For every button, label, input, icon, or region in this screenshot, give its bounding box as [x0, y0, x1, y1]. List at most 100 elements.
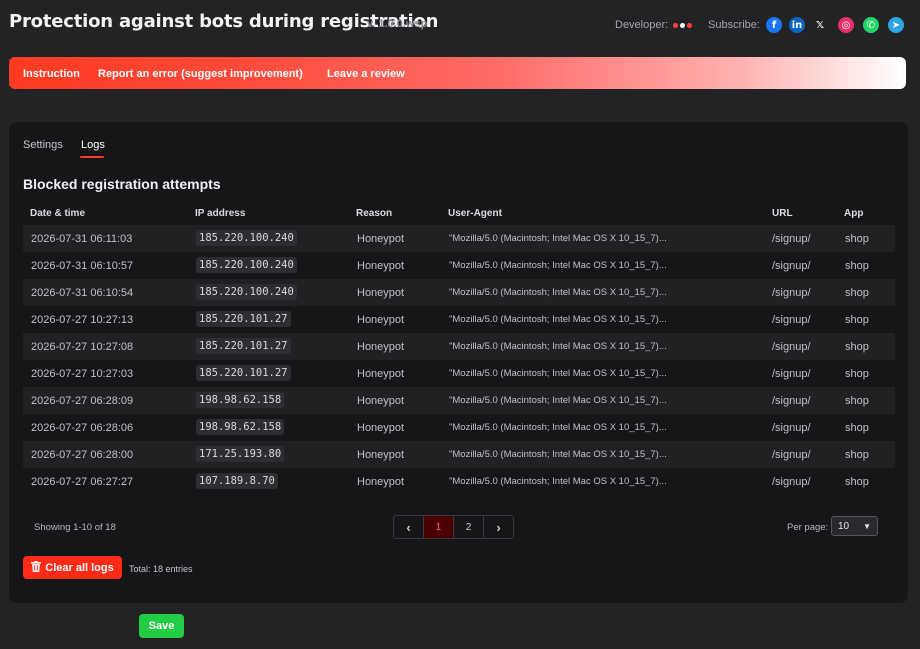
- version-label: v. 1.0.0.wsp: [367, 18, 428, 30]
- logs-table-body: 2026-07-31 06:11:03 185.220.100.240 Honeyp…: [23, 225, 895, 495]
- cell-app: shop: [845, 368, 869, 380]
- cell-app: shop: [845, 395, 869, 407]
- total-entries: Total: 18 entries: [129, 564, 193, 574]
- showing-count: Showing 1-10 of 18: [34, 522, 116, 533]
- developer-dot-2: [680, 22, 685, 28]
- cell-app: shop: [845, 476, 869, 488]
- next-page-button[interactable]: ›: [484, 516, 513, 538]
- action-banner: Instruction Report an error (suggest imp…: [9, 57, 906, 89]
- table-row: 2026-07-27 06:27:27 107.189.8.70 Honeypot "…: [23, 468, 895, 495]
- column-header-url: URL: [772, 208, 793, 219]
- cell-user-agent: "Mozilla/5.0 (Macintosh; Intel Mac OS X …: [449, 314, 667, 325]
- save-button[interactable]: Save: [139, 614, 184, 638]
- cell-ip-address: 185.220.100.240: [196, 284, 297, 300]
- cell-url: /signup/: [772, 233, 811, 245]
- column-header-reason: Reason: [356, 208, 393, 219]
- subscribe-label: Subscribe:: [708, 19, 760, 31]
- per-page-value: 10: [838, 520, 850, 532]
- tab-logs[interactable]: Logs: [81, 139, 105, 151]
- cell-user-agent: "Mozilla/5.0 (Macintosh; Intel Mac OS X …: [449, 476, 667, 487]
- developer-dot-3: [687, 22, 692, 28]
- instruction-link[interactable]: Instruction: [23, 68, 80, 80]
- cell-date: 2026-07-31 06:10:54: [31, 287, 134, 299]
- report-error-link[interactable]: Report an error (suggest improvement): [98, 68, 303, 80]
- cell-date: 2026-07-27 06:28:00: [31, 449, 134, 461]
- table-header: Date & time IP address Reason User-Agent…: [23, 206, 893, 222]
- x-icon[interactable]: 𝕏: [812, 17, 828, 33]
- cell-app: shop: [845, 341, 869, 353]
- clear-all-logs-label: Clear all logs: [45, 561, 114, 574]
- cell-url: /signup/: [772, 314, 811, 326]
- clear-all-logs-button[interactable]: Clear all logs: [23, 556, 122, 579]
- chevron-right-icon: ›: [496, 519, 501, 535]
- table-row: 2026-07-27 06:28:00 171.25.193.80 Honeypot…: [23, 441, 895, 468]
- table-row: 2026-07-31 06:10:54 185.220.100.240 Honeyp…: [23, 279, 895, 306]
- instagram-icon[interactable]: ◎: [838, 17, 854, 33]
- cell-date: 2026-07-27 10:27:08: [31, 341, 134, 353]
- cell-app: shop: [845, 422, 869, 434]
- cell-app: shop: [845, 449, 869, 461]
- page-button-2[interactable]: 2: [454, 516, 484, 538]
- cell-user-agent: "Mozilla/5.0 (Macintosh; Intel Mac OS X …: [449, 287, 667, 298]
- cell-reason: Honeypot: [357, 422, 405, 434]
- cell-reason: Honeypot: [357, 287, 405, 299]
- cell-reason: Honeypot: [357, 476, 405, 488]
- column-header-ip: IP address: [195, 208, 246, 219]
- whatsapp-icon[interactable]: ✆: [863, 17, 879, 33]
- cell-url: /signup/: [772, 476, 811, 488]
- cell-reason: Honeypot: [357, 449, 405, 461]
- cell-date: 2026-07-27 06:28:09: [31, 395, 134, 407]
- leave-review-link[interactable]: Leave a review: [327, 68, 405, 80]
- pagination: ‹ 1 2 ›: [393, 515, 514, 539]
- cell-url: /signup/: [772, 449, 811, 461]
- per-page-select[interactable]: 10 ▼: [831, 516, 878, 536]
- cell-date: 2026-07-27 06:27:27: [31, 476, 134, 488]
- table-row: 2026-07-31 06:11:03 185.220.100.240 Honeyp…: [23, 225, 895, 252]
- table-row: 2026-07-27 10:27:13 185.220.101.27 Honeypo…: [23, 306, 895, 333]
- cell-reason: Honeypot: [357, 341, 405, 353]
- main-panel: Settings Logs Blocked registration attem…: [9, 122, 908, 603]
- prev-page-button[interactable]: ‹: [394, 516, 424, 538]
- cell-ip-address: 171.25.193.80: [196, 446, 285, 462]
- facebook-icon[interactable]: f: [766, 17, 782, 33]
- linkedin-icon[interactable]: in: [789, 17, 805, 33]
- cell-ip-address: 185.220.101.27: [196, 338, 291, 354]
- cell-reason: Honeypot: [357, 395, 405, 407]
- page-button-1[interactable]: 1: [424, 516, 454, 538]
- cell-reason: Honeypot: [357, 233, 405, 245]
- cell-app: shop: [845, 314, 869, 326]
- cell-ip-address: 185.220.100.240: [196, 257, 297, 273]
- cell-url: /signup/: [772, 287, 811, 299]
- developer-logo[interactable]: [673, 18, 692, 32]
- cell-ip-address: 185.220.100.240: [196, 230, 297, 246]
- cell-ip-address: 185.220.101.27: [196, 365, 291, 381]
- active-tab-indicator: [80, 156, 104, 158]
- cell-date: 2026-07-31 06:10:57: [31, 260, 134, 272]
- cell-user-agent: "Mozilla/5.0 (Macintosh; Intel Mac OS X …: [449, 233, 667, 244]
- cell-ip-address: 198.98.62.158: [196, 419, 285, 435]
- cell-user-agent: "Mozilla/5.0 (Macintosh; Intel Mac OS X …: [449, 422, 667, 433]
- cell-date: 2026-07-27 10:27:03: [31, 368, 134, 380]
- column-header-app: App: [844, 208, 864, 219]
- table-row: 2026-07-27 10:27:03 185.220.101.27 Honeypo…: [23, 360, 895, 387]
- chevron-left-icon: ‹: [406, 519, 411, 535]
- cell-ip-address: 198.98.62.158: [196, 392, 285, 408]
- cell-user-agent: "Mozilla/5.0 (Macintosh; Intel Mac OS X …: [449, 368, 667, 379]
- cell-ip-address: 185.220.101.27: [196, 311, 291, 327]
- table-row: 2026-07-27 10:27:08 185.220.101.27 Honeypo…: [23, 333, 895, 360]
- cell-url: /signup/: [772, 395, 811, 407]
- developer-label: Developer:: [615, 19, 669, 31]
- column-header-date: Date & time: [30, 208, 86, 219]
- cell-date: 2026-07-27 10:27:13: [31, 314, 134, 326]
- telegram-icon[interactable]: ➤: [888, 17, 904, 33]
- cell-app: shop: [845, 260, 869, 272]
- column-header-user-agent: User-Agent: [448, 208, 502, 219]
- cell-url: /signup/: [772, 260, 811, 272]
- developer-dot-1: [673, 22, 678, 28]
- top-bar: Protection against bots during registrat…: [0, 0, 920, 48]
- cell-reason: Honeypot: [357, 368, 405, 380]
- cell-date: 2026-07-27 06:28:06: [31, 422, 134, 434]
- tab-settings[interactable]: Settings: [23, 139, 63, 151]
- cell-reason: Honeypot: [357, 314, 405, 326]
- cell-user-agent: "Mozilla/5.0 (Macintosh; Intel Mac OS X …: [449, 395, 667, 406]
